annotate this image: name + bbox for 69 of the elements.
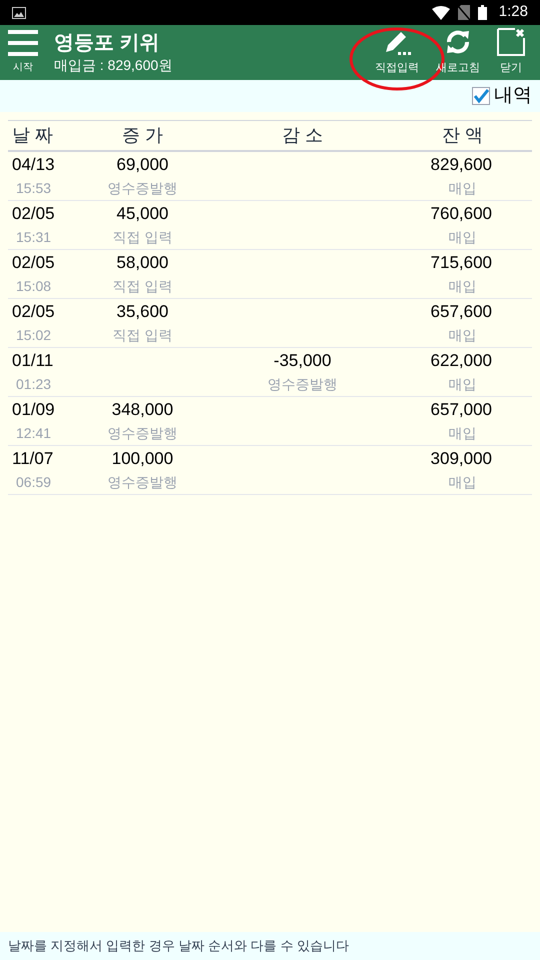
note-cell-text: 매입 [448, 424, 478, 443]
note-cell-text: 매입 [448, 326, 478, 345]
amount-cell-text: 69,000 [116, 154, 170, 176]
time-cell-text: 15:08 [15, 277, 52, 296]
image-icon [12, 6, 26, 18]
balance-cell-text: 760,600 [430, 203, 493, 225]
column-header: 잔 액 [440, 124, 484, 147]
amount-cell-text: 348,000 [110, 399, 174, 421]
amount-cell-text: -35,000 [272, 350, 332, 372]
note-cell-text: 영수증발행 [106, 424, 178, 443]
note-cell-text: 매입 [448, 473, 478, 492]
balance-cell-text: 622,000 [430, 350, 493, 372]
note-cell-text: 매입 [448, 375, 478, 394]
note-cell-text: 직접 입력 [112, 228, 174, 247]
direct-entry-button[interactable]: 직접입력 [364, 25, 430, 80]
note-cell-text: 매입 [448, 228, 478, 247]
clock-time: 1:28 [498, 2, 528, 22]
transaction-row[interactable]: 04/13 69,000 829,600 15:53 영수증발행 매입 [8, 152, 532, 201]
time-cell-text: 15:53 [15, 179, 52, 198]
balance-cell-text: 657,600 [430, 301, 493, 323]
amount-cell-text: 35,600 [116, 301, 170, 323]
transaction-row[interactable]: 01/11 -35,000 622,000 01:23 영수증발행 매입 [8, 348, 532, 397]
amount-cell-text: 100,000 [110, 448, 174, 470]
note-cell-text: 영수증발행 [106, 473, 178, 492]
wifi-icon [432, 6, 450, 20]
transaction-row[interactable]: 02/05 35,600 657,600 15:02 직접 입력 매입 [8, 299, 532, 348]
footer-note: 날짜를 지정해서 입력한 경우 날짜 순서와 다를 수 있습니다 [0, 932, 540, 960]
store-title: 영등포 키위 [54, 30, 161, 54]
date-cell-text: 11/07 [11, 448, 54, 470]
battery-icon [478, 5, 487, 20]
balance-cell-text: 309,000 [430, 448, 493, 470]
balance-cell-text: 657,000 [430, 399, 493, 421]
menu-icon [8, 30, 38, 56]
column-header: 증 가 [120, 124, 164, 147]
note-cell-text: 영수증발행 [106, 179, 178, 198]
transaction-row[interactable]: 02/05 45,000 760,600 15:31 직접 입력 매입 [8, 201, 532, 250]
column-header: 감 소 [280, 124, 324, 147]
transaction-row[interactable]: 01/09 348,000 657,000 12:41 영수증발행 매입 [8, 397, 532, 446]
time-cell-text: 01:23 [15, 375, 52, 394]
amount-cell-text: 58,000 [116, 252, 170, 274]
time-cell-text: 15:31 [15, 228, 52, 247]
close-button[interactable]: 닫기 [486, 25, 536, 80]
time-cell-text: 15:02 [15, 326, 52, 345]
column-header: 날 짜 [11, 124, 54, 147]
date-cell-text: 02/05 [11, 301, 56, 323]
amount-cell-text: 45,000 [116, 203, 170, 225]
time-cell-text: 12:41 [15, 424, 52, 443]
date-cell-text: 01/09 [11, 399, 56, 421]
menu-button[interactable]: 시작 [0, 25, 46, 80]
refresh-icon [444, 28, 472, 56]
checkbox-icon [472, 87, 490, 105]
note-cell-text: 매입 [448, 179, 478, 198]
note-cell-text: 영수증발행 [266, 375, 338, 394]
purchase-total: 매입금 : 829,600원 [54, 56, 172, 74]
balance-cell-text: 829,600 [430, 154, 493, 176]
date-cell-text: 01/11 [11, 350, 54, 372]
close-window-icon [497, 28, 525, 56]
note-cell-text: 매입 [448, 277, 478, 296]
transaction-row[interactable]: 02/05 58,000 715,600 15:08 직접 입력 매입 [8, 250, 532, 299]
transaction-row[interactable]: 11/07 100,000 309,000 06:59 영수증발행 매입 [8, 446, 532, 495]
date-cell-text: 02/05 [11, 252, 56, 274]
no-sim-icon [458, 5, 470, 20]
detail-checkbox[interactable]: 내역 [472, 82, 532, 110]
note-cell-text: 직접 입력 [112, 326, 174, 345]
date-cell-text: 04/13 [11, 154, 56, 176]
time-cell-text: 06:59 [15, 473, 52, 492]
date-cell-text: 02/05 [11, 203, 56, 225]
note-cell-text: 직접 입력 [112, 277, 174, 296]
balance-cell-text: 715,600 [430, 252, 493, 274]
